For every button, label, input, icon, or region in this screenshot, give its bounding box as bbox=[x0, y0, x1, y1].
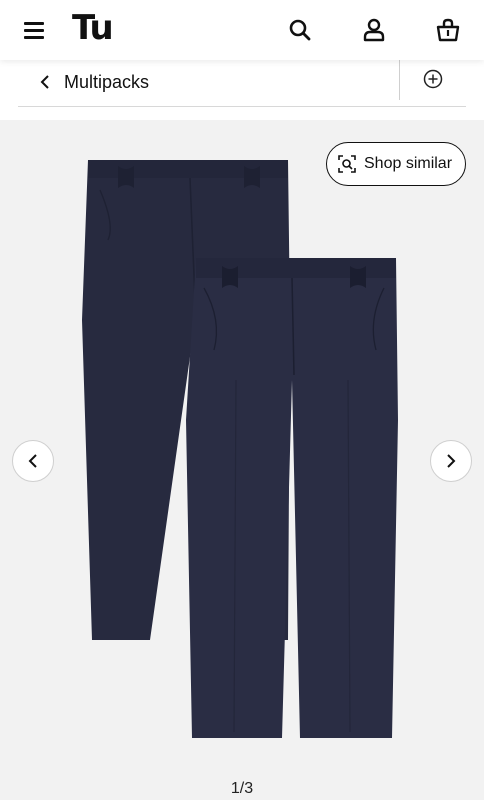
visual-search-icon bbox=[338, 155, 356, 173]
product-image bbox=[82, 160, 398, 738]
brand-logo[interactable]: Tu bbox=[72, 8, 114, 48]
basket-icon[interactable] bbox=[434, 16, 462, 44]
breadcrumb-label: Multipacks bbox=[64, 71, 150, 92]
chevron-left-icon bbox=[40, 75, 49, 89]
account-icon[interactable] bbox=[360, 16, 388, 44]
trousers-front bbox=[186, 258, 398, 738]
plus-circle-icon[interactable] bbox=[422, 68, 444, 90]
divider bbox=[399, 60, 400, 100]
shop-similar-button[interactable]: Shop similar bbox=[326, 142, 466, 186]
top-header: Tu bbox=[0, 0, 484, 60]
menu-icon[interactable] bbox=[22, 18, 48, 42]
previous-image-button[interactable] bbox=[12, 440, 54, 482]
image-pager: 1/3 bbox=[230, 780, 254, 797]
chevron-right-icon bbox=[447, 454, 456, 468]
breadcrumb-back-link[interactable]: Multipacks bbox=[38, 70, 149, 94]
shop-similar-label: Shop similar bbox=[364, 155, 453, 172]
breadcrumb: Multipacks bbox=[18, 60, 466, 107]
search-icon[interactable] bbox=[286, 16, 314, 44]
chevron-left-icon bbox=[28, 454, 37, 468]
next-image-button[interactable] bbox=[430, 440, 472, 482]
product-gallery[interactable]: Shop similar 1/3 bbox=[0, 120, 484, 800]
